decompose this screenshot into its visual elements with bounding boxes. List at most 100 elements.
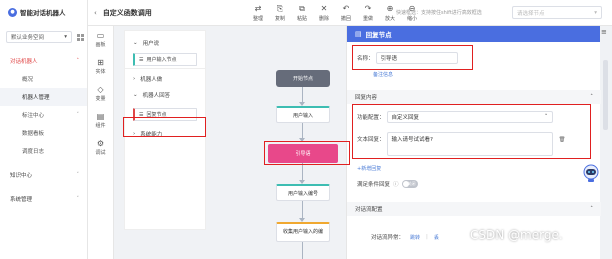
condition-reply-toggle[interactable]: 关闭 [401, 180, 418, 188]
text-reply-label: 文本回复： [357, 137, 385, 143]
toggle-state-text: 关闭 [407, 181, 416, 186]
sidebar-item-label: 标注中心 [22, 113, 45, 119]
back-icon[interactable]: ‹ [94, 9, 97, 17]
exception-label: 对话流异常： [371, 235, 405, 241]
section-title: 对话流配置 [355, 207, 383, 213]
sidebar-item-chatbot[interactable]: 对话机器人 ˄ [0, 52, 87, 70]
variable-icon: ◇ [97, 85, 104, 94]
palette-node-label: 用户输入节点 [146, 57, 177, 63]
text-reply-value: 输入请号试试看? [391, 137, 433, 143]
node-search-placeholder: 请选择节点 [517, 10, 545, 17]
rail-debug[interactable]: ⚙ 调试 [88, 134, 113, 161]
chevron-down-icon: ⌄ [133, 92, 138, 98]
name-input[interactable]: 引导语 [375, 52, 458, 64]
remark-link[interactable]: 备注信息 [373, 71, 393, 78]
flow-node-collect[interactable]: 收集用户输入的编 [276, 222, 330, 242]
paste-icon: ⧉ [299, 4, 305, 13]
node-search-select[interactable]: 请选择节点 ▾ [512, 6, 602, 19]
sidebar-item-dashboard[interactable]: 数据看板 [0, 124, 87, 142]
palette-group-label: 用户说 [142, 41, 160, 47]
chevron-up-icon: ˄ [76, 58, 80, 64]
panel-header: ▤ 回复节点 [347, 26, 600, 42]
panel-scrollbar[interactable] [603, 60, 608, 130]
flow-node-user-input-number[interactable]: 用户输入编号 [276, 184, 330, 201]
name-input-value: 引导语 [380, 56, 398, 62]
sidebar-item-label: 机器人管理 [22, 95, 50, 101]
chevron-down-icon: ˅ [76, 172, 80, 178]
rail-component[interactable]: ▤ 组件 [88, 107, 113, 134]
sidebar-item-system[interactable]: 系统管理 ˅ [0, 190, 87, 208]
help-icon: ⓘ [393, 182, 399, 188]
chevron-up-icon: ˄ [590, 206, 593, 212]
exception-row: 对话流异常： 跳转 | 丢 [371, 233, 439, 241]
palette-group-system[interactable]: › 系统能力 [125, 126, 205, 142]
function-select[interactable]: 自定义回复 ˅ [386, 111, 553, 123]
flow-canvas[interactable]: 开始节点 用户输入 引导语 用户输入编号 收集用户输入的编 [206, 26, 346, 259]
sidebar-item-label: 对话机器人 [10, 59, 38, 65]
rail-entity[interactable]: ⊞ 实体 [88, 53, 113, 80]
sidebar: ● 智能对话机器人 默认业务空间 ▾ 对话机器人 ˄ 概况 机器人管理 标注中心… [0, 0, 88, 259]
tool-label: 放大 [384, 16, 395, 22]
node-palette: ⌄ 用户说 ☰ 用户输入节点 › 机器人做 ⌄ 机器人回答 ☰ 回复节点 › 系… [124, 30, 206, 230]
sidebar-item-bot-management[interactable]: 机器人管理 [0, 88, 87, 106]
add-reply-link[interactable]: +新增回复 [357, 165, 381, 172]
app-logo: ● 智能对话机器人 [0, 0, 87, 24]
chevron-down-icon: ⌄ [133, 40, 138, 46]
redo-icon: ↷ [364, 4, 372, 13]
reply-node-icon: ▤ [355, 30, 362, 38]
section-reply-content[interactable]: 回复内容 ˄ [347, 90, 601, 104]
grid-icon[interactable] [76, 33, 85, 42]
rail-variable[interactable]: ◇ 变量 [88, 80, 113, 107]
sidebar-item-label: 知识中心 [10, 173, 33, 179]
panel-menu-icon[interactable]: ≡ [601, 28, 607, 36]
delete-icon: ✕ [320, 4, 328, 13]
workspace-select[interactable]: 默认业务空间 ▾ [6, 31, 72, 43]
zoom-in-icon: ⊕ [386, 4, 394, 13]
discard-link[interactable]: 丢 [434, 234, 439, 241]
condition-reply-label: 满足条件回复 [357, 182, 391, 188]
chevron-down-icon: ▾ [64, 34, 67, 40]
sidebar-item-knowledge[interactable]: 知识中心 ˅ [0, 166, 87, 184]
sidebar-menu: 对话机器人 ˄ 概况 机器人管理 标注中心 ˅ 数据看板 调度日志 知识中心 ˅… [0, 52, 87, 208]
watermark: CSDN @merge. [470, 228, 563, 242]
text-reply-textarea[interactable]: 输入请号试试看? [386, 132, 553, 156]
chevron-down-icon: ˅ [76, 196, 80, 202]
copy-icon: ⎘ [276, 4, 284, 13]
tool-label: 整理 [252, 16, 263, 22]
sidebar-item-annotation[interactable]: 标注中心 ˅ [0, 106, 87, 124]
tool-label: 缩小 [406, 16, 417, 22]
delete-icon[interactable]: 🗑 [559, 137, 566, 143]
sidebar-item-dispatch-log[interactable]: 调度日志 [0, 142, 87, 160]
condition-reply-row: 满足条件回复 ⓘ 关闭 [357, 180, 418, 188]
tool-label: 撤回 [340, 16, 351, 22]
assistant-robot-icon[interactable] [582, 163, 600, 183]
panel-title: 回复节点 [365, 31, 392, 39]
copy-button[interactable]: ⎘ 复制 [270, 4, 290, 22]
function-row: 功能配置： 自定义回复 ˅ [357, 111, 553, 123]
jump-link[interactable]: 跳转 [410, 234, 420, 241]
tool-label: 重做 [362, 16, 373, 22]
debug-icon: ⚙ [96, 139, 105, 148]
flow-node-reply[interactable]: 引导语 [268, 144, 338, 163]
palette-group-user[interactable]: ⌄ 用户说 [125, 35, 205, 51]
paste-button[interactable]: ⧉ 粘贴 [292, 4, 312, 22]
tidy-button[interactable]: ⇄ 整理 [248, 4, 268, 22]
palette-group-bot-act[interactable]: › 机器人做 [125, 71, 205, 87]
flow-node-user-input[interactable]: 用户输入 [276, 106, 330, 123]
drag-handle-icon: ☰ [139, 111, 144, 118]
chevron-up-icon: ˄ [590, 94, 593, 100]
flow-node-start[interactable]: 开始节点 [276, 70, 330, 87]
sidebar-item-overview[interactable]: 概况 [0, 70, 87, 88]
rail-canvas[interactable]: ▭ 画板 [88, 26, 113, 53]
palette-node-user-input[interactable]: ☰ 用户输入节点 [133, 53, 197, 66]
palette-node-reply[interactable]: ☰ 回复节点 [133, 108, 197, 121]
undo-button[interactable]: ↶ 撤回 [336, 4, 356, 22]
section-exception[interactable]: 对话流配置 ˄ [347, 202, 601, 216]
quick-select-tip: 快速框选：支持按住shift进行高效框选 [396, 10, 482, 16]
palette-group-bot-reply[interactable]: ⌄ 机器人回答 [125, 87, 205, 103]
text-reply-row: 文本回复： 输入请号试试看? 🗑 [357, 132, 566, 156]
name-label: 名称： [357, 56, 374, 62]
delete-button[interactable]: ✕ 删除 [314, 4, 334, 22]
chevron-down-icon: ˅ [544, 114, 548, 120]
redo-button[interactable]: ↷ 重做 [358, 4, 378, 22]
